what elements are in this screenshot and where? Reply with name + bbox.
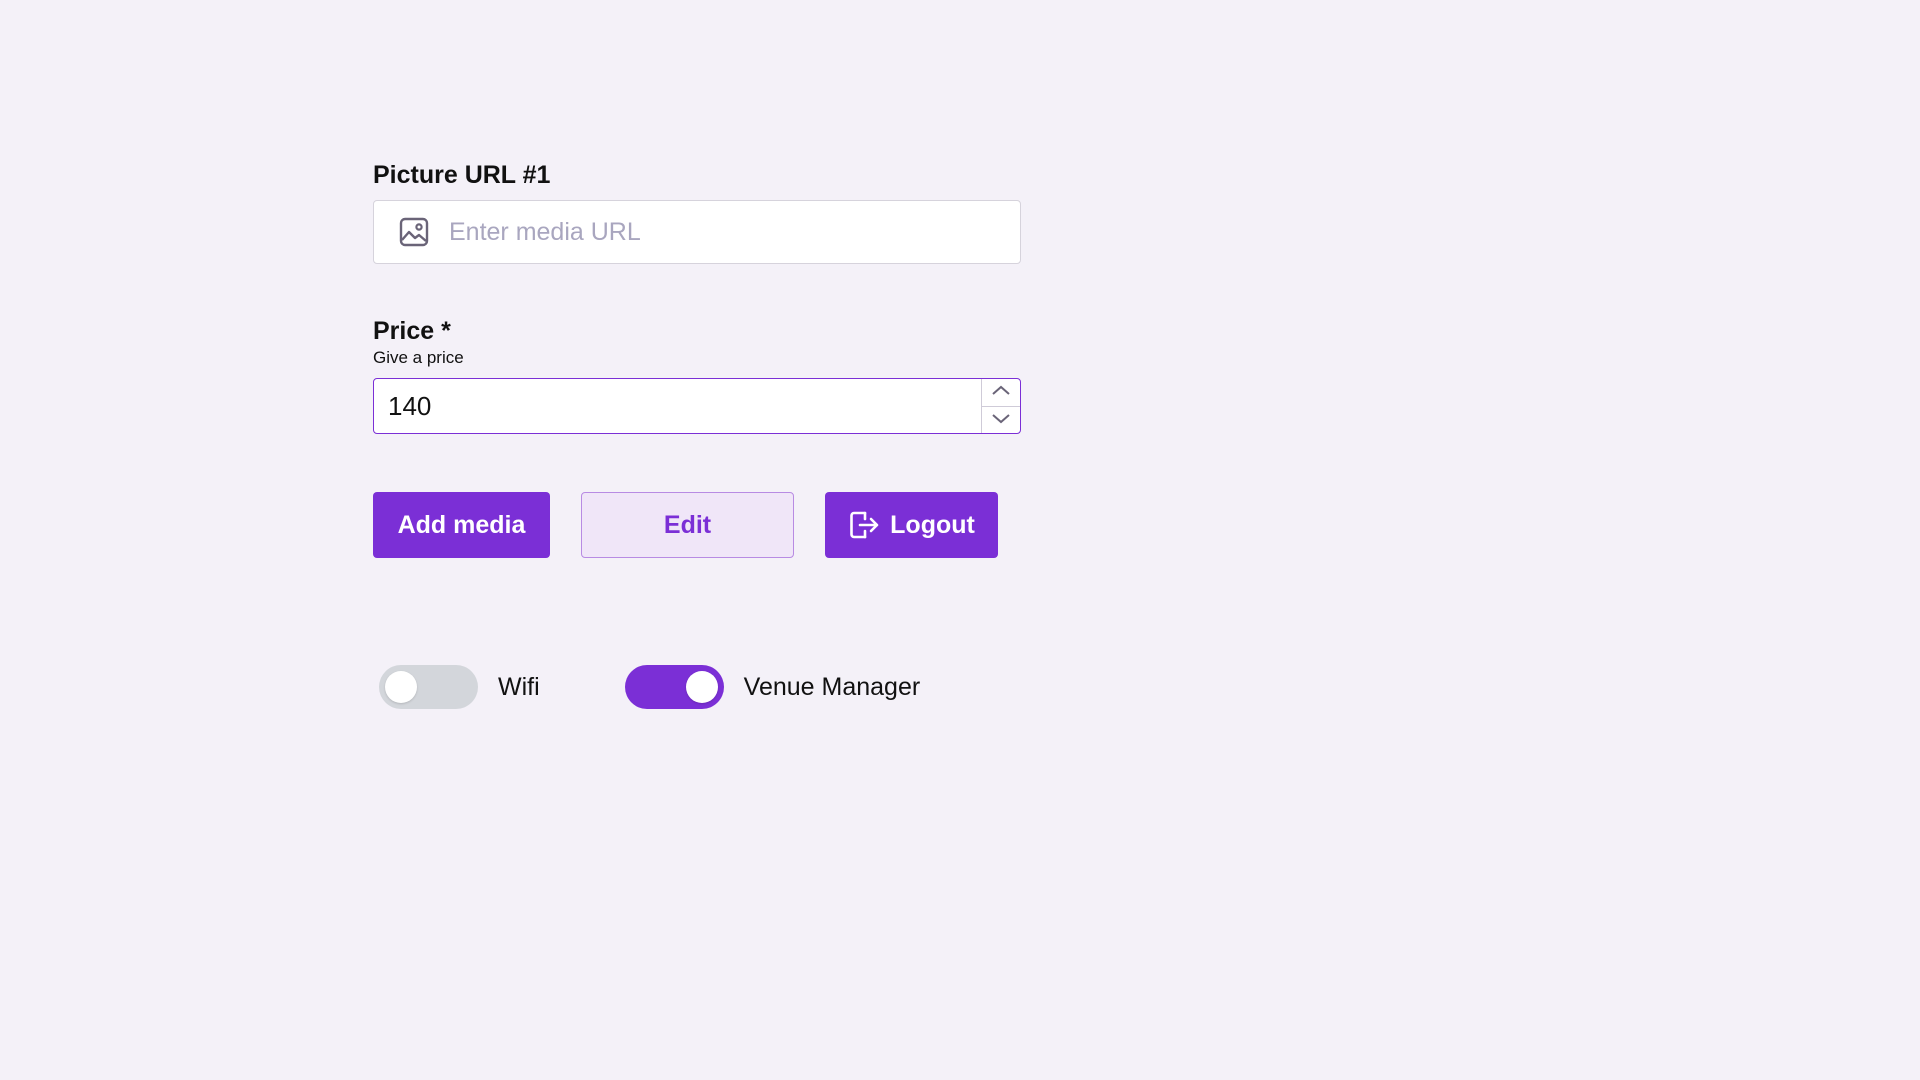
- logout-label: Logout: [890, 510, 975, 539]
- action-buttons: Add media Edit Logout: [373, 492, 1021, 558]
- price-group: Price * Give a price: [373, 316, 1021, 434]
- picture-url-group: Picture URL #1: [373, 160, 1021, 264]
- venue-form: Picture URL #1 Price * Give a price: [373, 160, 1021, 558]
- picture-url-label: Picture URL #1: [373, 161, 551, 189]
- price-label: Price *: [373, 317, 451, 345]
- edit-button[interactable]: Edit: [581, 492, 794, 558]
- image-icon: [397, 215, 431, 249]
- add-media-button[interactable]: Add media: [373, 492, 550, 558]
- chevron-down-icon: [991, 411, 1011, 429]
- picture-url-input[interactable]: [447, 211, 1020, 253]
- toggle-knob: [385, 671, 417, 703]
- logout-icon: [848, 509, 880, 541]
- chevron-up-icon: [991, 383, 1011, 401]
- picture-url-field[interactable]: [373, 200, 1021, 264]
- price-field[interactable]: [373, 378, 1021, 434]
- price-stepper[interactable]: [981, 379, 1020, 433]
- price-helper-text: Give a price: [373, 348, 464, 367]
- venue-manager-toggle-item: Venue Manager: [624, 665, 921, 709]
- toggle-knob: [685, 671, 718, 703]
- venue-manager-toggle[interactable]: [624, 665, 724, 709]
- wifi-toggle-item: Wifi: [379, 665, 540, 709]
- venue-manager-label: Venue Manager: [743, 672, 921, 701]
- increment-button[interactable]: [982, 379, 1020, 406]
- wifi-label: Wifi: [498, 672, 540, 701]
- amenity-toggles: Wifi Venue Manager: [379, 665, 920, 709]
- logout-button[interactable]: Logout: [825, 492, 998, 558]
- decrement-button[interactable]: [982, 405, 1020, 434]
- wifi-toggle[interactable]: [379, 665, 478, 709]
- price-input[interactable]: [374, 379, 981, 433]
